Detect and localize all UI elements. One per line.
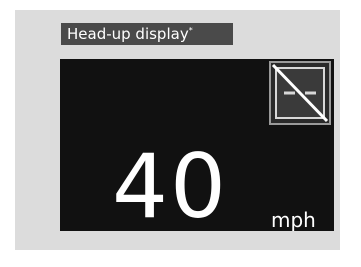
lane-keeping-off-icon: [269, 61, 331, 125]
speed-readout: 40: [112, 135, 228, 231]
speed-unit-label: mph: [271, 208, 316, 231]
footnote-mark: *: [188, 26, 193, 35]
hud-illustration-panel: Head-up display* 40 mph: [15, 10, 340, 250]
header-title: Head-up display: [67, 25, 189, 43]
head-up-display-screen: 40 mph: [60, 59, 334, 231]
section-header: Head-up display*: [61, 23, 233, 45]
